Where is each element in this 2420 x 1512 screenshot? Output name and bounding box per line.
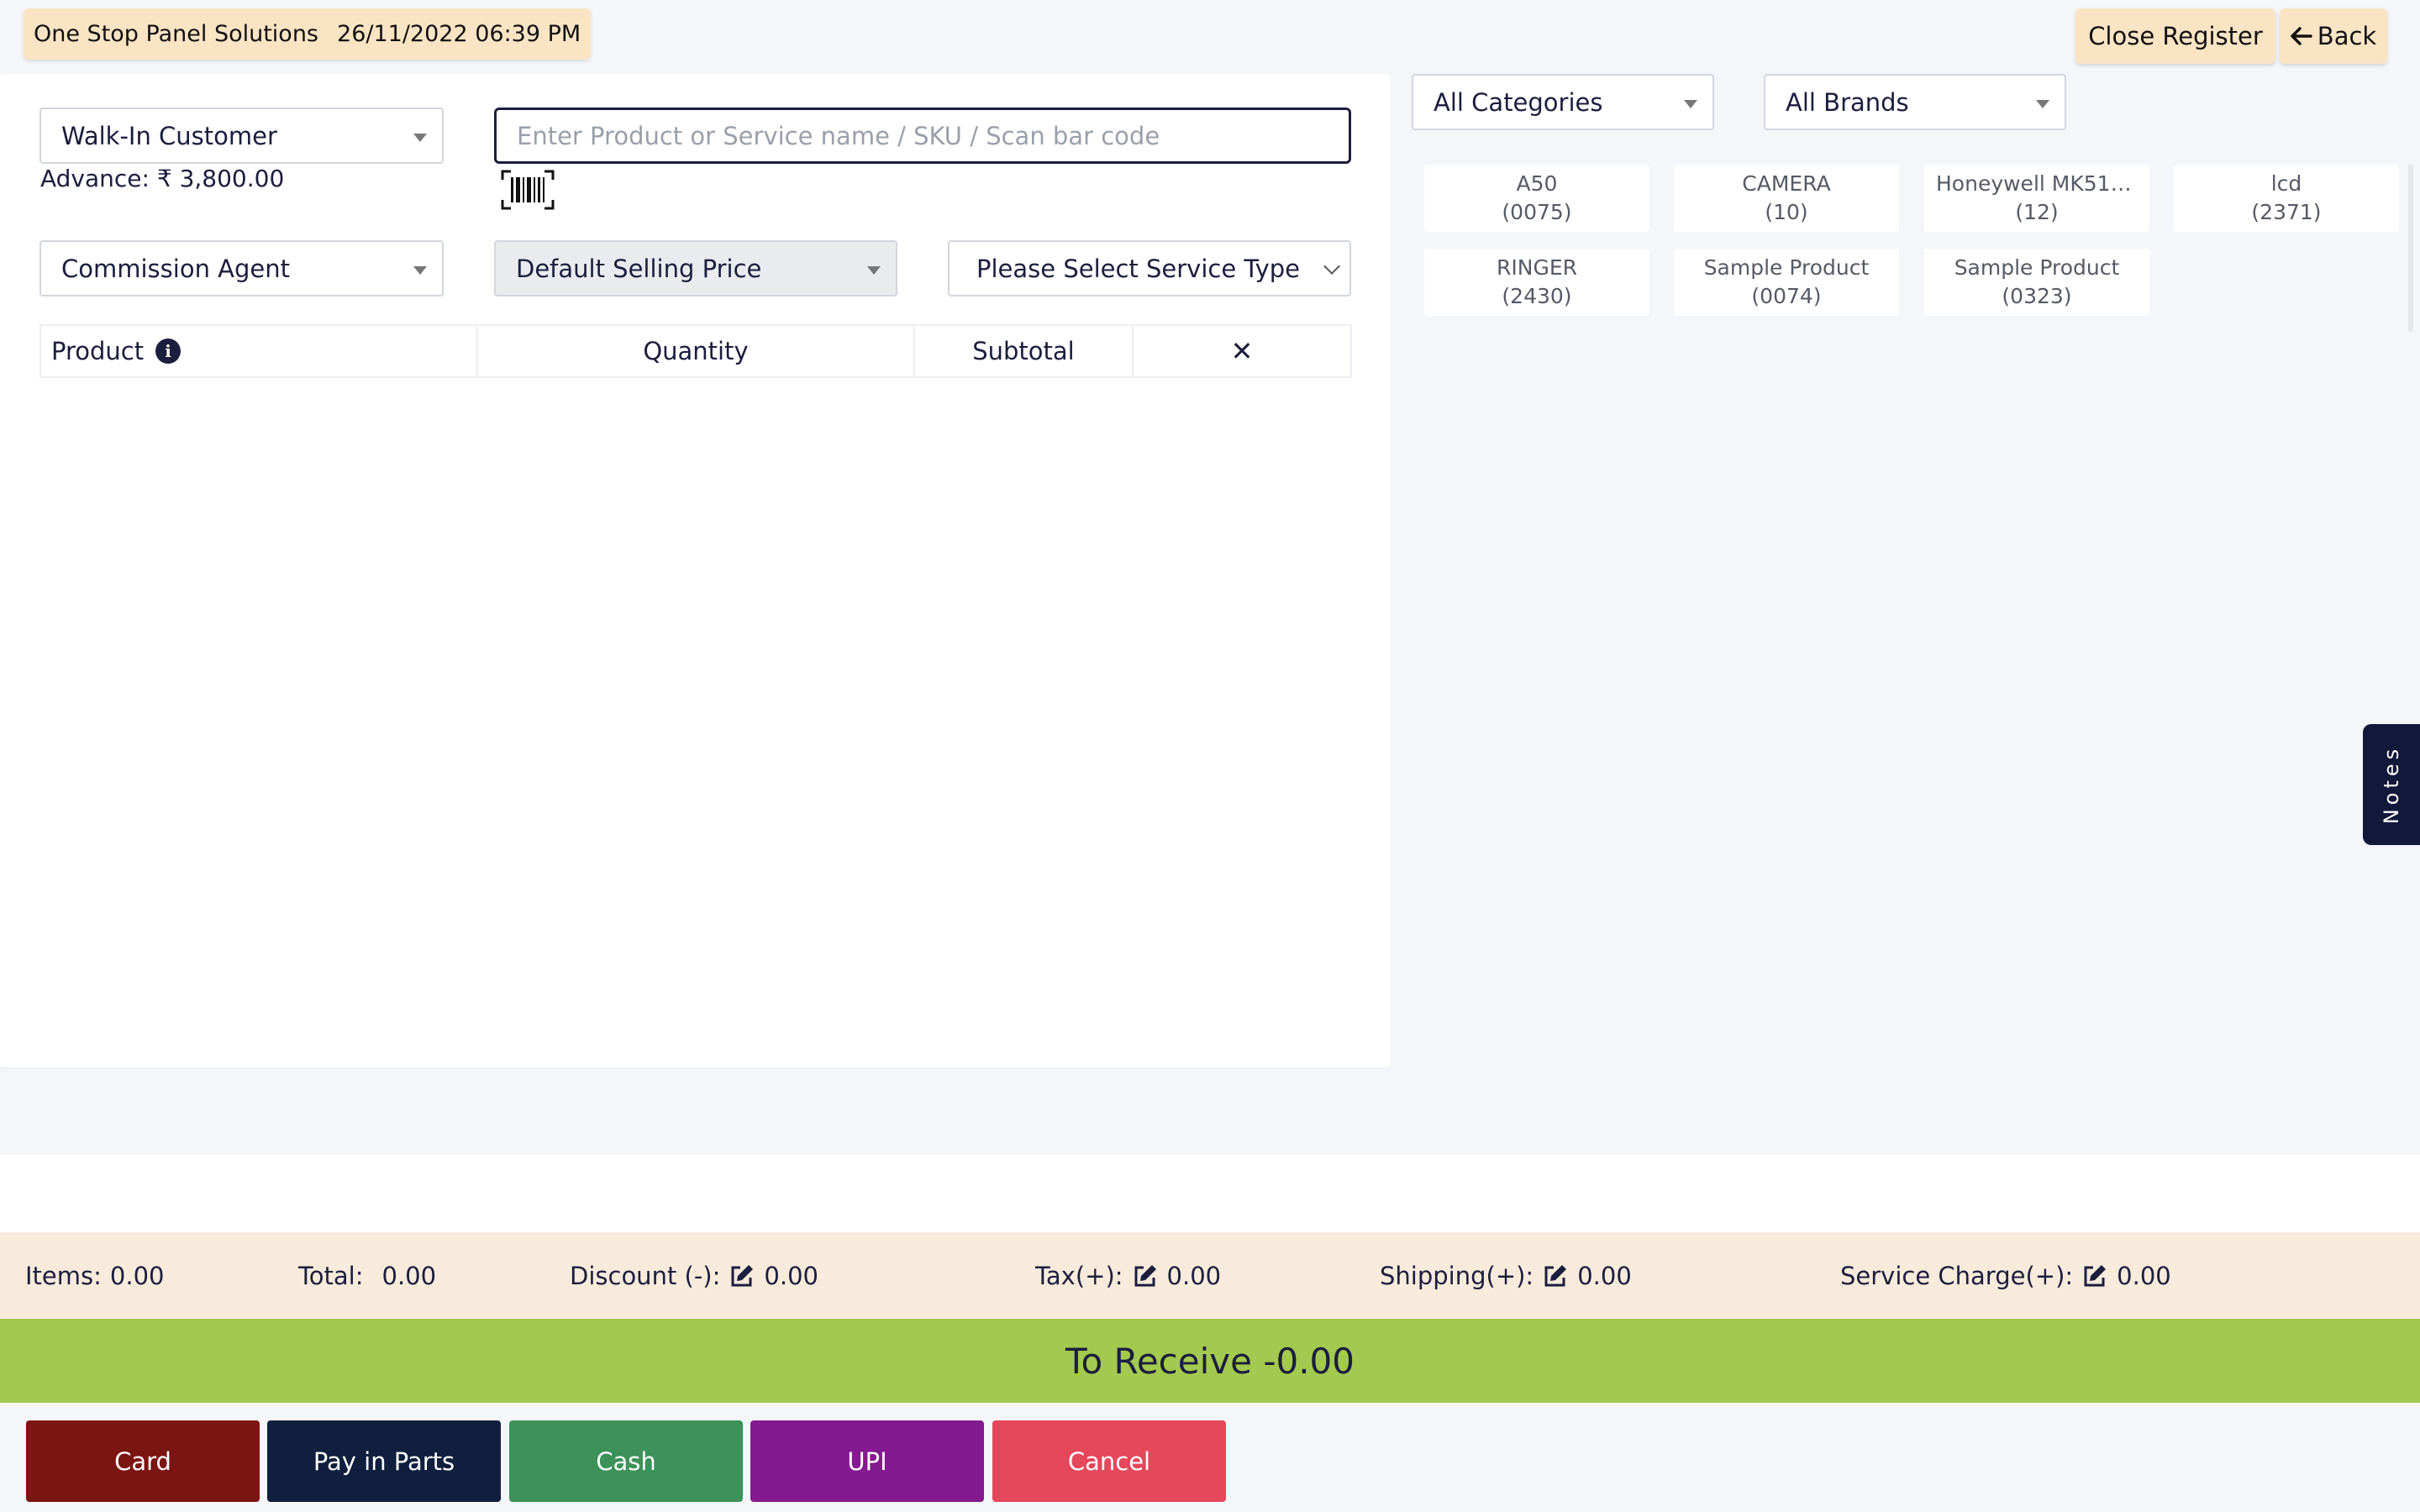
product-name: Sample Product [1954,255,2120,280]
grand-total: Total: 0.00 [298,1232,436,1319]
notes-label: Notes [2380,744,2404,825]
column-product-label: Product [51,337,145,365]
product-card[interactable]: RINGER (2430) [1424,249,1649,316]
spacer-band [0,1155,2420,1232]
items-value: 0.00 [109,1261,165,1290]
product-search-input[interactable] [494,108,1351,164]
edit-icon[interactable] [1542,1263,1569,1289]
cart-panel [0,74,1391,1068]
caret-down-icon [867,265,881,275]
shipping-label: Shipping(+): [1380,1261,1534,1290]
product-card[interactable]: A50 (0075) [1424,165,1649,232]
product-code: (2371) [2251,200,2322,224]
arrow-left-icon [2291,27,2312,45]
back-button[interactable]: Back [2280,8,2387,64]
caret-down-icon [1684,99,1697,108]
customer-select[interactable]: Walk-In Customer [39,108,444,164]
product-card[interactable]: Honeywell MK5145... (12) [1924,165,2149,232]
card-payment-button[interactable]: Card [26,1420,260,1502]
brand-filter-select[interactable]: All Brands [1764,74,2066,130]
caret-down-icon [2036,99,2049,108]
current-datetime: 26/11/2022 06:39 PM [337,21,581,47]
edit-icon[interactable] [2081,1263,2108,1289]
close-register-label: Close Register [2088,22,2263,50]
totals-bar: Items: 0.00 Total: 0.00 Discount (-): 0.… [0,1232,2420,1319]
total-label: Total: [298,1261,364,1290]
upi-payment-button[interactable]: UPI [750,1420,984,1502]
tax-total: Tax(+): 0.00 [1035,1232,1221,1319]
service-type-select[interactable]: Please Select Service Type [948,240,1351,297]
info-icon[interactable]: i [155,339,182,364]
product-list-scrollbar[interactable] [2408,164,2413,332]
pay-in-parts-button[interactable]: Pay in Parts [267,1420,501,1502]
product-code: (12) [2015,200,2059,224]
service-charge-label: Service Charge(+): [1840,1261,2074,1290]
items-total: Items: 0.00 [25,1232,164,1319]
category-filter-select[interactable]: All Categories [1412,74,1714,130]
product-name: A50 [1516,171,1558,196]
tax-value: 0.00 [1166,1261,1222,1290]
product-code: (0323) [2002,284,2072,308]
column-quantity: Quantity [478,326,915,376]
edit-icon[interactable] [1132,1263,1159,1289]
product-code: (0074) [1751,284,1822,308]
product-name: CAMERA [1742,171,1831,196]
discount-total: Discount (-): 0.00 [570,1232,818,1319]
product-name: Honeywell MK5145... [1936,171,2138,196]
column-product: Product i [41,326,478,376]
product-code: (0075) [1502,200,1572,224]
brand-filter-value: All Brands [1786,87,1909,117]
caret-down-icon [413,133,427,142]
service-charge-value: 0.00 [2117,1261,2171,1290]
product-code: (10) [1765,200,1808,224]
business-info-badge: One Stop Panel Solutions 26/11/2022 06:3… [24,8,592,60]
price-group-value: Default Selling Price [516,254,762,283]
service-charge-total: Service Charge(+): 0.00 [1840,1232,2171,1319]
business-name: One Stop Panel Solutions [34,21,319,47]
notes-tab[interactable]: Notes [2363,724,2420,845]
shipping-value: 0.00 [1577,1261,1632,1290]
chevron-down-icon [1323,258,1340,275]
items-label: Items: [25,1261,102,1290]
cancel-button[interactable]: Cancel [992,1420,1226,1502]
product-name: lcd [2270,171,2302,196]
commission-agent-select[interactable]: Commission Agent [39,240,444,297]
discount-label: Discount (-): [570,1261,721,1290]
product-name: RINGER [1497,255,1577,280]
cash-payment-button[interactable]: Cash [509,1420,743,1502]
customer-advance: Advance: ₹ 3,800.00 [40,165,285,192]
column-subtotal: Subtotal [915,326,1134,376]
close-icon: ✕ [1230,335,1254,367]
discount-value: 0.00 [764,1261,818,1290]
product-code: (2430) [1502,284,1572,308]
commission-agent-value: Commission Agent [61,254,291,283]
shipping-total: Shipping(+): 0.00 [1380,1232,1632,1319]
product-card[interactable]: Sample Product (0074) [1674,249,1899,316]
customer-select-value: Walk-In Customer [61,121,277,150]
category-filter-value: All Categories [1434,87,1603,117]
product-name: Sample Product [1703,255,1870,280]
total-value: 0.00 [381,1261,437,1290]
edit-icon[interactable] [729,1263,755,1289]
back-label: Back [2317,22,2377,50]
product-card[interactable]: lcd (2371) [2174,165,2399,232]
product-card[interactable]: Sample Product (0323) [1924,249,2149,316]
close-register-button[interactable]: Close Register [2075,8,2275,64]
service-type-value: Please Select Service Type [976,254,1301,283]
product-card[interactable]: CAMERA (10) [1674,165,1899,232]
to-receive-amount: To Receive -0.00 [1065,1340,1355,1382]
tax-label: Tax(+): [1035,1261,1123,1290]
caret-down-icon [413,265,427,275]
cart-table-header: Product i Quantity Subtotal ✕ [39,324,1352,378]
price-group-select[interactable]: Default Selling Price [494,240,897,297]
to-receive-bar: To Receive -0.00 [0,1319,2420,1403]
barcode-icon[interactable] [501,170,555,210]
